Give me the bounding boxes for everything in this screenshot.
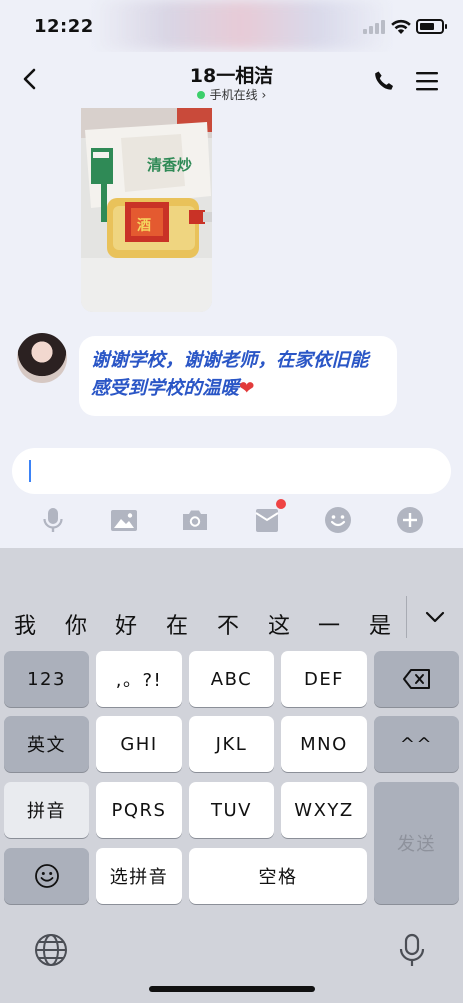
candidate-word[interactable]: 在 xyxy=(162,608,192,640)
candidate-bar: 我 你 好 在 不 这 一 是 xyxy=(0,598,463,644)
signal-icon xyxy=(363,20,385,34)
candidate-word[interactable]: 我 xyxy=(10,608,40,640)
chat-header: 18一相洁 手机在线 › xyxy=(0,52,463,108)
key-select-pinyin[interactable]: 选拼音 xyxy=(96,848,182,904)
send-key[interactable]: 发送 xyxy=(374,782,459,904)
candidate-word[interactable]: 不 xyxy=(213,608,243,640)
key-ghi[interactable]: GHI xyxy=(96,716,182,772)
mic-icon[interactable] xyxy=(38,505,68,535)
heart-emoji: ❤ xyxy=(239,378,255,399)
space-key[interactable]: 空格 xyxy=(189,848,367,904)
globe-icon[interactable] xyxy=(33,932,69,968)
dictation-mic-icon[interactable] xyxy=(394,932,430,968)
input-area xyxy=(0,438,463,548)
key-jkl[interactable]: JKL xyxy=(189,716,274,772)
chevron-down-icon[interactable] xyxy=(424,606,446,628)
image-icon[interactable] xyxy=(109,505,139,535)
key-punctuation[interactable]: ,。?! xyxy=(96,651,182,707)
message-text: 谢谢学校，谢谢老师，在家依旧能感受到学校的温暖 xyxy=(91,350,369,399)
emoji-icon[interactable] xyxy=(323,505,353,535)
candidate-word[interactable]: 一 xyxy=(314,608,344,640)
home-indicator[interactable] xyxy=(149,986,315,992)
key-tuv[interactable]: TUV xyxy=(189,782,274,838)
candidate-word[interactable]: 你 xyxy=(61,608,91,640)
candidate-divider xyxy=(406,596,407,638)
blurred-notification xyxy=(92,0,392,50)
backspace-icon xyxy=(402,669,430,689)
backspace-key[interactable] xyxy=(374,651,459,707)
online-dot-icon xyxy=(196,91,205,99)
candidate-word[interactable]: 是 xyxy=(365,608,395,640)
key-emoticon[interactable]: ^^ xyxy=(374,716,459,772)
online-status-text: 手机在线 xyxy=(209,88,258,102)
emoji-key[interactable] xyxy=(4,848,89,904)
candidate-word[interactable]: 好 xyxy=(111,608,141,640)
candidate-word[interactable]: 这 xyxy=(264,608,294,640)
chevron-right-icon: › xyxy=(261,88,267,102)
camera-icon[interactable] xyxy=(180,505,210,535)
photo-bottle-text: 酒 xyxy=(137,218,151,234)
key-wxyz[interactable]: WXYZ xyxy=(281,782,367,838)
chat-history[interactable]: 清香炒 酒 谢谢学校，谢谢老师，在家依旧能感受到学校的温暖❤ xyxy=(0,108,463,438)
key-pinyin[interactable]: 拼音 xyxy=(4,782,89,838)
wifi-icon xyxy=(391,19,411,34)
key-english[interactable]: 英文 xyxy=(4,716,89,772)
message-input[interactable] xyxy=(12,448,451,494)
photo-package-text: 清香炒 xyxy=(147,156,192,174)
key-pqrs[interactable]: PQRS xyxy=(96,782,182,838)
message-bubble[interactable]: 谢谢学校，谢谢老师，在家依旧能感受到学校的温暖❤ xyxy=(79,336,397,416)
notification-badge xyxy=(276,499,286,509)
battery-icon xyxy=(416,19,447,34)
emoji-face-icon xyxy=(34,864,59,888)
key-abc[interactable]: ABC xyxy=(189,651,274,707)
text-caret xyxy=(29,460,31,482)
red-packet-icon[interactable] xyxy=(252,499,286,535)
key-def[interactable]: DEF xyxy=(281,651,367,707)
sender-avatar[interactable] xyxy=(17,333,67,383)
chat-photo[interactable]: 清香炒 酒 xyxy=(81,108,212,312)
status-time: 12:22 xyxy=(34,16,94,37)
phone-icon[interactable] xyxy=(372,69,396,93)
plus-icon[interactable] xyxy=(395,505,425,535)
status-bar: 12:22 xyxy=(0,0,463,52)
key-mno[interactable]: MNO xyxy=(281,716,367,772)
key-123[interactable]: 123 xyxy=(4,651,89,707)
menu-icon[interactable] xyxy=(415,70,439,92)
